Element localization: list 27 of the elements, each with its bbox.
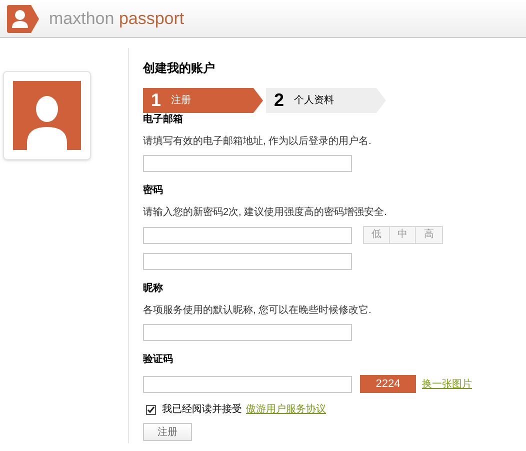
input-field[interactable] — [143, 253, 352, 270]
refresh-captcha-link[interactable]: 换一张图片 — [422, 376, 472, 392]
page-title: 创建我的账户 — [143, 60, 216, 76]
field-label: 验证码 — [143, 353, 174, 367]
input-field[interactable] — [143, 155, 352, 172]
strength-label: 低 — [364, 227, 390, 243]
register-button[interactable]: 注册 — [143, 423, 192, 441]
input-field[interactable] — [143, 324, 352, 341]
field-label: 电子邮箱 — [143, 113, 184, 127]
avatar-icon — [13, 81, 81, 150]
field-hint: 请输入您的新密码2次, 建议使用强度高的密码增强安全. — [143, 206, 388, 220]
input-field[interactable] — [143, 226, 352, 244]
input-field[interactable] — [143, 376, 352, 392]
strength-label: 高 — [423, 228, 435, 242]
agree-checkbox[interactable] — [146, 404, 156, 414]
step-tab[interactable]: 2 个人资料 — [266, 88, 386, 113]
step-tab[interactable]: 1 注册 — [143, 88, 263, 113]
field-label: 密码 — [143, 184, 164, 198]
field-label: 昵称 — [143, 282, 164, 296]
agreement-text: 我已经阅读并接受 — [162, 402, 242, 417]
agreement-link[interactable]: 傲游用户服务协议 — [246, 402, 326, 417]
captcha-image: 2224 — [360, 375, 416, 393]
logo-text: maxthon passport — [49, 10, 184, 27]
field-hint: 请填写有效的电子邮箱地址, 作为以后登录的用户名. — [143, 135, 372, 149]
strength-label: 中 — [390, 227, 416, 243]
user-logo-icon — [7, 4, 39, 32]
field-hint: 各项服务使用的默认昵称, 您可以在晚些时候修改它. — [143, 304, 372, 318]
